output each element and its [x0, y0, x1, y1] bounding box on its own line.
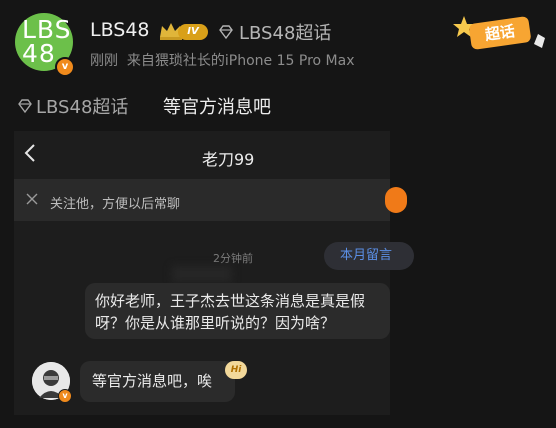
outgoing-message: 等官方消息吧，唉 — [80, 361, 235, 402]
post-meta: 刚刚 来自猥琐社长的iPhone 15 Pro Max — [90, 53, 355, 69]
diamond-icon — [18, 99, 32, 114]
incoming-message: 你好老师，王子杰去世这条消息是真是假呀？你是从谁那里听说的？因为啥？ — [85, 283, 390, 339]
username[interactable]: LBS48 — [90, 19, 150, 41]
post-body-text: 等官方消息吧 — [163, 97, 271, 118]
header-topic-link[interactable]: LBS48超话 — [239, 19, 331, 45]
close-icon — [26, 193, 38, 205]
month-message-pill: 本月留言 — [324, 242, 414, 270]
verified-icon: v — [58, 389, 72, 403]
topic-link[interactable]: LBS48超话 — [36, 93, 128, 119]
level-badge: IV — [178, 24, 208, 40]
follow-button — [385, 187, 407, 213]
chat-title: 老刀99 — [202, 150, 255, 169]
hi-sticker: Hi — [225, 361, 247, 379]
back-arrow-icon — [24, 144, 35, 162]
follow-hint: 关注他，方便以后常聊 — [50, 197, 181, 212]
chat-timestamp: 2分钟前 — [213, 252, 253, 265]
diamond-icon — [219, 25, 233, 40]
blurred-area — [172, 266, 232, 282]
verified-icon: v — [55, 57, 75, 77]
